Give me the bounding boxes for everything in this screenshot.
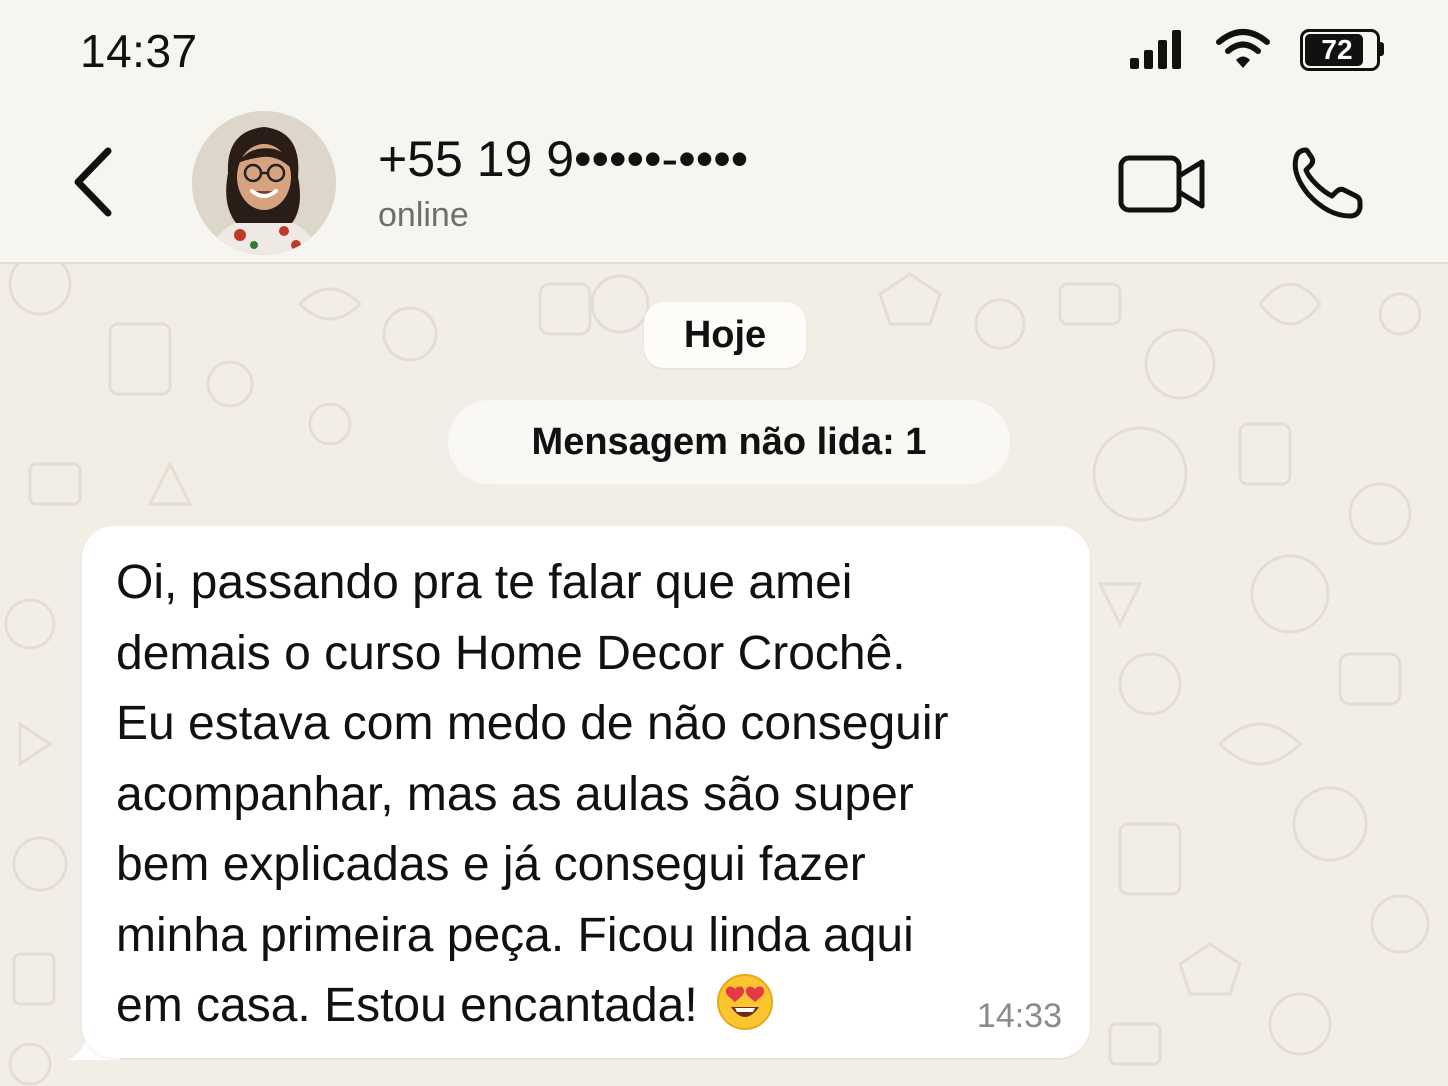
date-separator: Hoje <box>644 302 806 368</box>
message-line-last: em casa. Estou encantada! <box>116 971 1076 1042</box>
voice-call-button[interactable] <box>1282 140 1372 226</box>
message-line: em casa. Estou encantada! <box>116 979 698 1032</box>
heart-eyes-emoji-icon <box>716 974 773 1030</box>
signal-icon <box>1130 30 1181 69</box>
message-line: acompanhar, mas as aulas são super <box>116 767 914 821</box>
chat-area: Hoje Mensagem não lida: 1 Oi, passando p… <box>0 264 1448 1086</box>
message-line: minha primeira peça. Ficou linda aqui <box>116 908 914 962</box>
message-line: demais o curso Home Decor Crochê. <box>116 626 906 680</box>
message-line: bem explicadas e já consegui fazer <box>116 838 866 891</box>
status-time: 14:37 <box>80 25 198 77</box>
contact-status: online <box>378 196 469 234</box>
message-text: Oi, passando pra te falar que amei demai… <box>116 548 1076 1042</box>
status-bar: 14:37 72 <box>0 0 1448 100</box>
battery-level: 72 <box>1321 34 1353 65</box>
back-button[interactable] <box>62 142 122 222</box>
video-call-button[interactable] <box>1112 146 1212 222</box>
phone-icon <box>1292 147 1363 219</box>
video-camera-icon <box>1118 155 1205 213</box>
avatar[interactable] <box>192 111 336 255</box>
status-icons: 72 <box>1128 28 1384 71</box>
battery-icon: 72 <box>1300 29 1384 71</box>
unread-messages-banner: Mensagem não lida: 1 <box>448 400 1010 484</box>
back-arrow-icon <box>74 147 112 217</box>
chat-header: +55 19 9•••••-•••• online <box>0 100 1448 264</box>
message-bubble[interactable]: Oi, passando pra te falar que amei demai… <box>82 526 1090 1058</box>
wifi-icon <box>1216 29 1270 68</box>
message-time: 14:33 <box>976 997 1062 1035</box>
message-line: Eu estava com medo de não conseguir <box>116 697 949 750</box>
contact-name[interactable]: +55 19 9•••••-•••• <box>378 130 748 188</box>
message-line: Oi, passando pra te falar que amei <box>116 556 853 609</box>
